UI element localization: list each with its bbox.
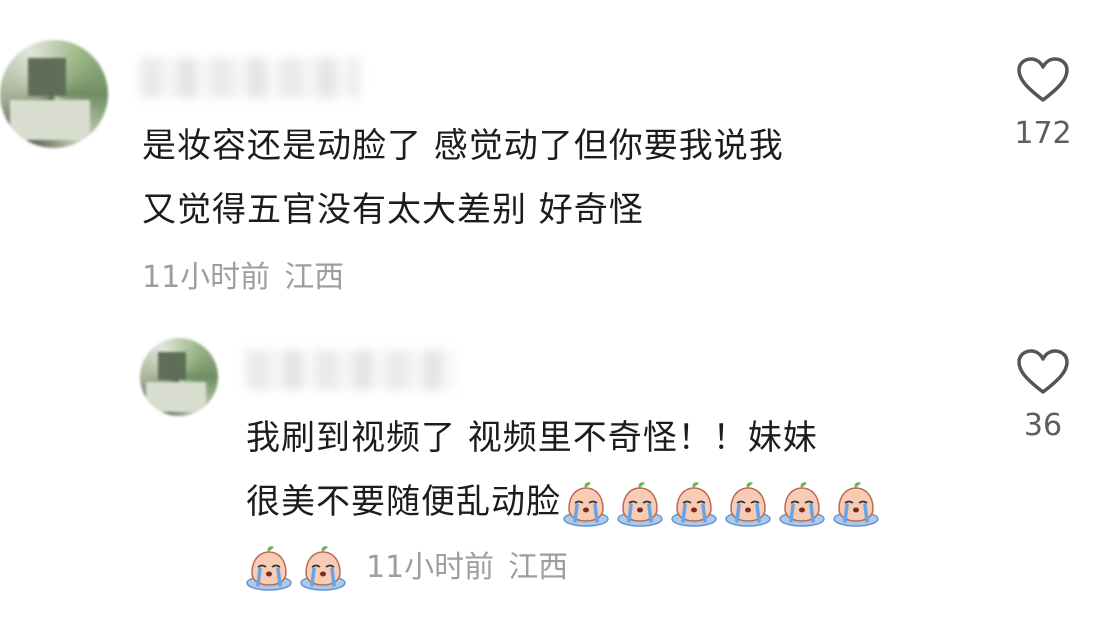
comment-meta: 11小时前 江西 xyxy=(366,548,568,588)
comment-meta: 11小时前 江西 xyxy=(142,258,344,298)
username-blurred[interactable] xyxy=(246,350,456,390)
crying-emoji-icon xyxy=(300,546,346,591)
comment-text-line2: 又觉得五官没有太大差别 好奇怪 xyxy=(142,190,644,230)
crying-emoji-icon xyxy=(246,546,292,591)
reply-text: 很美不要随便乱动脸 xyxy=(246,470,885,534)
location: 江西 xyxy=(284,260,345,295)
crying-emoji-icon xyxy=(671,481,717,527)
reply-text-line1: 我刷到视频了 视频里不奇怪！！妹妹 xyxy=(246,418,818,458)
avatar[interactable] xyxy=(0,40,108,148)
like-button[interactable]: 36 xyxy=(998,348,1088,446)
crying-emoji-icon xyxy=(833,481,879,527)
like-button[interactable]: 172 xyxy=(998,56,1088,154)
heart-outline-icon xyxy=(1017,57,1069,102)
reply-text: 我刷到视频了 视频里不奇怪！！妹妹 xyxy=(246,406,818,470)
crying-emoji-icon xyxy=(725,481,771,527)
crying-emoji-icon xyxy=(563,481,609,527)
crying-emoji-icon xyxy=(779,481,825,527)
location: 江西 xyxy=(508,550,569,585)
crying-emoji-icon xyxy=(617,481,663,527)
like-count: 172 xyxy=(1014,116,1072,151)
reply-line3: 11小时前 江西 xyxy=(244,540,568,596)
comment-text: 又觉得五官没有太大差别 好奇怪 xyxy=(142,178,644,242)
heart-outline-icon xyxy=(1017,349,1069,394)
avatar[interactable] xyxy=(140,338,218,416)
username-blurred[interactable] xyxy=(140,58,360,98)
like-count: 36 xyxy=(1023,408,1063,443)
timestamp: 11小时前 xyxy=(142,260,271,295)
reply-text-line2: 很美不要随便乱动脸 xyxy=(246,482,561,522)
emoji-row xyxy=(244,543,352,593)
comment-text: 是妆容还是动脸了 感觉动了但你要我说我 xyxy=(142,114,784,178)
timestamp: 11小时前 xyxy=(366,550,495,585)
comment-text-line1: 是妆容还是动脸了 感觉动了但你要我说我 xyxy=(142,126,784,166)
emoji-row xyxy=(561,481,885,527)
